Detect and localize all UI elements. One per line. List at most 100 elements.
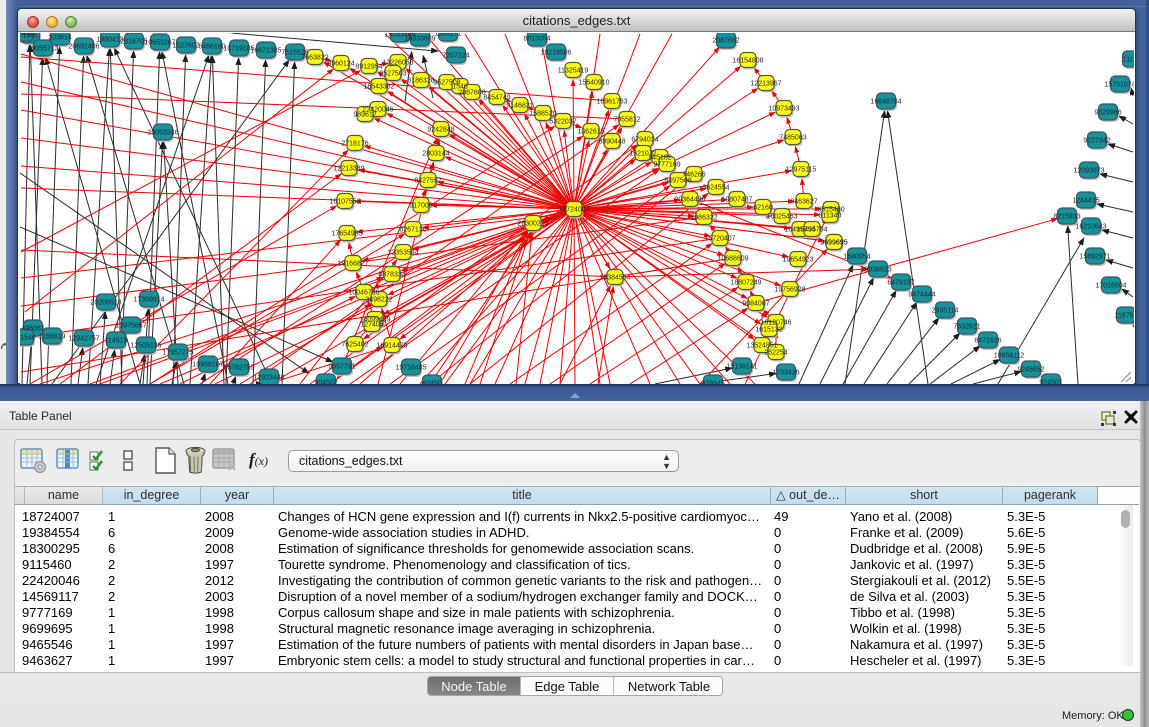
svg-text:12353594: 12353594: [387, 250, 418, 257]
svg-text:252254: 252254: [764, 350, 787, 357]
svg-text:19384554: 19384554: [599, 275, 630, 282]
svg-text:17359914: 17359914: [133, 297, 164, 304]
svg-text:19055713: 19055713: [27, 46, 58, 53]
svg-text:15720407: 15720407: [704, 236, 735, 243]
svg-text:12213967: 12213967: [750, 81, 781, 88]
svg-text:10653267: 10653267: [144, 40, 175, 47]
svg-text:15640910: 15640910: [578, 80, 609, 87]
svg-text:1640954: 1640954: [843, 254, 870, 261]
svg-text:7485063: 7485063: [779, 135, 806, 142]
svg-text:12923448: 12923448: [253, 375, 284, 382]
svg-text:15692971: 15692971: [1079, 254, 1110, 261]
svg-text:1362615: 1362615: [577, 129, 604, 136]
svg-text:28300215: 28300215: [517, 221, 548, 228]
svg-text:16154808: 16154808: [732, 58, 763, 65]
svg-text:13524851: 13524851: [746, 343, 777, 350]
svg-text:8960124: 8960124: [327, 61, 354, 68]
svg-text:5322037: 5322037: [549, 119, 576, 126]
svg-text:16107553: 16107553: [329, 199, 360, 206]
svg-text:10975867: 10975867: [115, 323, 146, 330]
svg-text:2087682: 2087682: [712, 38, 739, 45]
svg-text:9463627: 9463627: [790, 199, 817, 206]
svg-text:15751074: 15751074: [1104, 82, 1134, 89]
svg-text:6479197: 6479197: [887, 280, 914, 287]
svg-text:9777169: 9777169: [653, 162, 680, 169]
svg-text:10025453: 10025453: [766, 214, 797, 221]
svg-text:791546: 791546: [20, 335, 36, 342]
svg-text:1244415: 1244415: [1072, 198, 1099, 205]
svg-text:3624554: 3624554: [702, 185, 729, 192]
svg-text:8267130: 8267130: [399, 227, 426, 234]
svg-text:10688609: 10688609: [717, 256, 748, 263]
svg-text:8215933: 8215933: [1053, 214, 1080, 221]
svg-text:1527602: 1527602: [172, 43, 199, 50]
svg-text:16495794: 16495794: [796, 227, 827, 234]
svg-text:16782759: 16782759: [223, 365, 254, 372]
svg-text:18724007: 18724007: [558, 207, 589, 214]
svg-text:8938923: 8938923: [864, 267, 891, 274]
svg-text:62160: 62160: [753, 205, 773, 212]
svg-text:9146821: 9146821: [506, 103, 533, 110]
svg-text:9329966: 9329966: [1094, 110, 1121, 117]
svg-text:435061: 435061: [21, 326, 44, 333]
svg-text:20206518: 20206518: [90, 300, 121, 307]
svg-text:10807487: 10807487: [721, 197, 752, 204]
svg-text:2935114: 2935114: [932, 308, 959, 315]
svg-text:20691406: 20691406: [68, 44, 99, 51]
svg-text:13226058: 13226058: [382, 60, 413, 67]
svg-text:19441: 19441: [20, 33, 34, 38]
svg-text:945182: 945182: [648, 155, 671, 162]
svg-text:9474444: 9474444: [908, 292, 935, 299]
svg-text:17654985: 17654985: [331, 231, 362, 238]
svg-text:1186171: 1186171: [435, 33, 462, 38]
svg-text:7357224: 7357224: [442, 53, 469, 60]
svg-text:17016504: 17016504: [1095, 283, 1126, 290]
svg-text:2867608: 2867608: [458, 90, 485, 97]
svg-text:19756928: 19756928: [774, 287, 805, 294]
svg-text:12093873: 12093873: [1073, 168, 1104, 175]
svg-text:3498222: 3498222: [365, 297, 392, 304]
svg-text:16648784: 16648784: [870, 99, 901, 106]
svg-text:746266: 746266: [682, 172, 705, 179]
svg-text:8990448: 8990448: [598, 139, 625, 146]
svg-text:15136141: 15136141: [726, 364, 757, 371]
svg-text:8813054: 8813054: [523, 36, 550, 43]
svg-text:16961763: 16961763: [596, 99, 627, 106]
svg-text:10654112: 10654112: [994, 353, 1025, 360]
svg-text:7663822: 7663822: [301, 55, 328, 62]
svg-text:7986322: 7986322: [690, 215, 717, 222]
svg-text:18807249: 18807249: [730, 280, 761, 287]
svg-text:10046736: 10046736: [348, 290, 379, 297]
svg-text:7632621: 7632621: [953, 324, 980, 331]
svg-text:19166827: 19166827: [337, 261, 368, 268]
svg-text:16914479: 16914479: [376, 343, 407, 350]
svg-text:1615132: 1615132: [755, 327, 782, 334]
svg-text:8912954: 8912954: [355, 64, 382, 71]
svg-text:16543382: 16543382: [363, 84, 394, 91]
svg-text:9245652: 9245652: [1017, 367, 1044, 374]
svg-text:127405: 127405: [360, 322, 383, 329]
svg-text:203814: 203814: [48, 35, 71, 42]
svg-text:8878334: 8878334: [378, 272, 405, 279]
svg-text:19218506: 19218506: [540, 50, 571, 57]
svg-text:917006: 917006: [409, 203, 432, 210]
svg-text:114519: 114519: [105, 338, 128, 345]
svg-text:19654923: 19654923: [782, 257, 813, 264]
svg-text:9227342: 9227342: [1083, 138, 1110, 145]
svg-text:8471626: 8471626: [974, 338, 1001, 345]
svg-text:8427552: 8427552: [414, 178, 441, 185]
svg-text:1156819: 1156819: [39, 334, 66, 341]
svg-text:8186328: 8186328: [407, 78, 434, 85]
svg-text:9527503: 9527503: [379, 71, 406, 78]
svg-text:12942757: 12942757: [68, 336, 99, 343]
svg-text:11175: 11175: [1123, 57, 1134, 64]
svg-text:10973493: 10973493: [768, 106, 799, 113]
svg-text:20364436: 20364436: [674, 197, 705, 204]
svg-text:16671385: 16671385: [250, 48, 281, 55]
svg-text:17957275: 17957275: [162, 350, 193, 357]
svg-text:7955812: 7955812: [613, 117, 640, 124]
svg-text:29053346: 29053346: [147, 130, 178, 137]
svg-text:2718176: 2718176: [341, 141, 368, 148]
svg-text:116753: 116753: [1115, 313, 1134, 320]
svg-text:9242848: 9242848: [427, 127, 454, 134]
